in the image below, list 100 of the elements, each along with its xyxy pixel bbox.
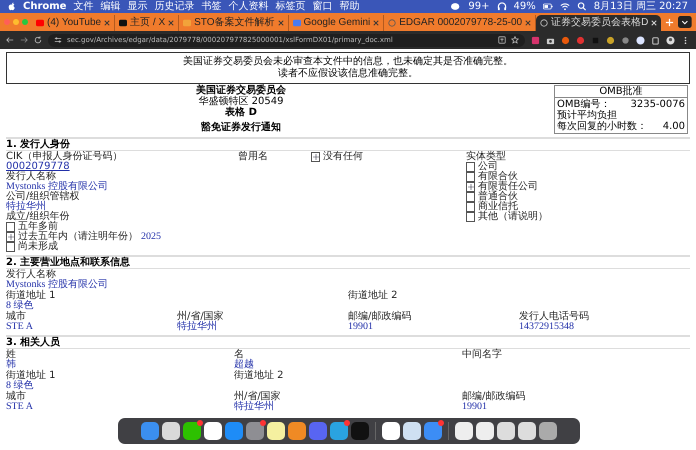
field-label: 实体类型 [466, 152, 506, 162]
battery-icon[interactable] [542, 2, 553, 11]
app-icon[interactable] [183, 422, 201, 440]
app-icon[interactable] [267, 422, 285, 440]
app-icon[interactable] [497, 422, 515, 440]
app-icon[interactable] [204, 422, 222, 440]
apple-icon[interactable] [8, 2, 16, 12]
agency-name: 美国证券交易委员会 [196, 85, 286, 96]
field-label: CIK（申报人身份证号码） [6, 152, 122, 162]
favicon-icon [36, 19, 44, 27]
menu-item[interactable]: Chrome [23, 0, 66, 12]
app-icon[interactable] [288, 422, 306, 440]
field-value: Mystonks 控股有限公司 [6, 182, 108, 192]
menu-item[interactable]: 帮助 [339, 0, 360, 12]
menu-item[interactable]: 个人资料 [228, 0, 268, 12]
omb-label: OMB编号： [557, 99, 610, 110]
browser-tab[interactable]: 证券交易委员会表格D [536, 15, 662, 31]
field-value: 19901 [462, 402, 487, 412]
back-icon[interactable] [6, 36, 14, 44]
checkbox[interactable] [466, 202, 475, 212]
close-icon[interactable] [104, 20, 110, 26]
checkbox-label: 商业信托 [478, 202, 518, 212]
app-icon[interactable] [455, 422, 473, 440]
checkbox-label: 五年多前 [18, 222, 58, 232]
omb-value: 4.00 [662, 121, 685, 132]
translate-icon[interactable] [498, 36, 506, 44]
profile-icon[interactable] [666, 36, 675, 44]
app-icon[interactable] [403, 422, 421, 440]
field-value: 特拉华州 [6, 202, 46, 212]
checkbox[interactable] [466, 192, 475, 202]
checkbox[interactable] [466, 212, 475, 222]
field-value: 2025 [141, 232, 161, 242]
menu-item[interactable]: 窗口 [312, 0, 332, 12]
extensions-icon[interactable] [651, 36, 660, 44]
camera-icon[interactable] [546, 36, 555, 44]
checkbox[interactable] [466, 182, 475, 192]
notice-text: 读者不应假设该信息准确完整。 [278, 68, 418, 80]
field-value: 8 绿色 [6, 381, 34, 391]
checkbox[interactable] [6, 242, 15, 252]
checkbox-label: 有限合伙 [478, 172, 518, 182]
section-heading: 1. 发行人身份 [6, 137, 690, 151]
battery-percent: 49% [514, 0, 536, 12]
form-name: 表格 D [225, 107, 257, 118]
favicon-icon [388, 19, 396, 27]
field-value: 19901 [348, 322, 373, 332]
forward-icon[interactable] [20, 36, 28, 44]
app-icon[interactable] [476, 422, 494, 440]
checkbox[interactable] [311, 152, 320, 162]
app-icon[interactable] [518, 422, 536, 440]
new-tab-icon[interactable] [665, 18, 674, 27]
checkbox-label: 过去五年内（请注明年份） [18, 232, 138, 242]
close-icon[interactable] [525, 20, 532, 26]
cik-link[interactable]: 0002079778 [6, 162, 70, 172]
checkbox-label: 普通合伙 [478, 192, 518, 202]
close-icon[interactable] [278, 20, 284, 26]
field-label: 姓 [6, 350, 16, 360]
field-value: 8 绿色 [6, 301, 34, 311]
close-icon[interactable] [373, 20, 380, 26]
menu-item[interactable]: 历史记录 [154, 0, 194, 12]
field-label: 城市 [6, 392, 26, 402]
star-icon[interactable] [511, 36, 519, 44]
field-value: 14372915348 [519, 322, 574, 332]
field-label: 街道地址 1 [6, 291, 56, 301]
field-label: 街道地址 1 [6, 371, 56, 381]
menu-item[interactable]: 显示 [127, 0, 148, 12]
field-label: 街道地址 2 [348, 291, 398, 301]
headphones-icon[interactable] [496, 2, 506, 11]
checkbox[interactable] [466, 162, 475, 172]
close-icon[interactable] [168, 20, 174, 26]
favicon-icon [119, 19, 128, 27]
tab-search-icon[interactable] [678, 16, 692, 28]
search-icon[interactable] [576, 2, 587, 11]
checkbox-label: 没有任何 [323, 152, 363, 162]
omb-label: 预计平均负担 [557, 110, 617, 121]
field-label: 成立/组织年份 [6, 212, 70, 222]
reload-icon[interactable] [34, 36, 42, 44]
field-value: 韩 [6, 360, 16, 370]
favicon-icon [540, 19, 548, 27]
menu-item[interactable]: 文件 [73, 0, 94, 12]
field-value: 特拉华州 [177, 322, 217, 332]
wifi-icon[interactable] [560, 2, 570, 11]
clock: 8月13日 周三 20:27 [594, 0, 688, 12]
checkbox[interactable] [466, 172, 475, 182]
form-title: 豁免证券发行通知 [201, 122, 281, 133]
menu-item[interactable]: 标签页 [275, 0, 306, 12]
field-label: 发行人名称 [6, 172, 56, 182]
site-settings-icon[interactable] [54, 36, 62, 44]
checkbox-label: 其他（请说明） [478, 212, 548, 222]
omb-title: OMB批准 [555, 86, 687, 98]
app-icon[interactable] [162, 422, 180, 440]
field-label: 名 [234, 350, 244, 360]
checkbox[interactable] [6, 232, 15, 242]
menu-item[interactable]: 书签 [201, 0, 222, 12]
menu-item[interactable]: 编辑 [100, 0, 120, 12]
omb-value: 3235-0076 [630, 99, 685, 110]
field-label: 邮编/邮政编码 [348, 312, 412, 322]
checkbox[interactable] [6, 222, 15, 232]
field-label: 州/省/国家 [177, 312, 224, 322]
app-icon[interactable] [382, 422, 400, 440]
field-label: 发行人名称 [6, 270, 56, 280]
